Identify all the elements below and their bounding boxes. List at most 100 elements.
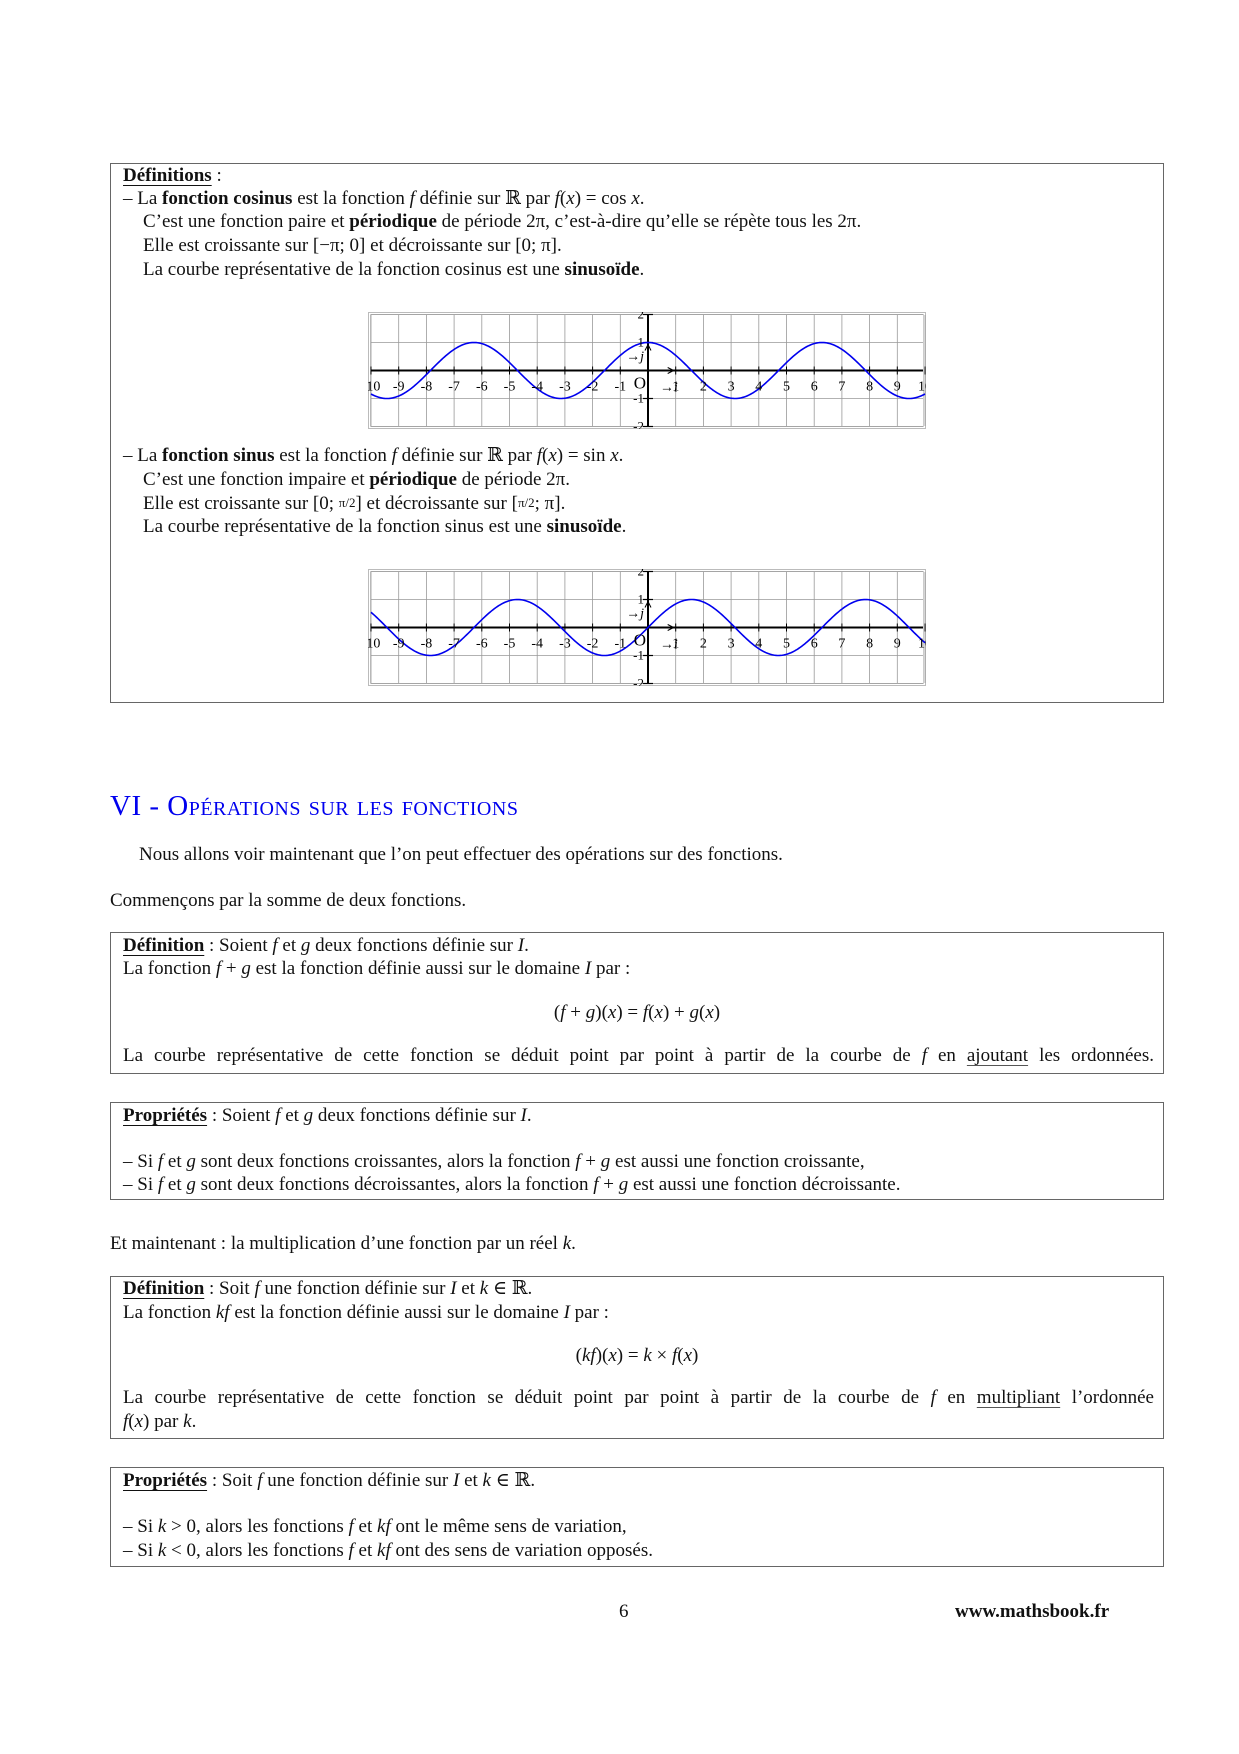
x-tick-label: -4 bbox=[531, 637, 543, 652]
x-tick-label: 6 bbox=[811, 637, 818, 652]
text-segment: fonction sinus bbox=[162, 445, 275, 466]
text-segment: : Soient bbox=[204, 935, 273, 956]
text-segment: une fonction définie sur bbox=[259, 1278, 451, 1299]
text-segment: périodique bbox=[369, 469, 457, 490]
text-segment: de période 2π, c’est-à-dire qu’elle se r… bbox=[436, 211, 862, 232]
text-segment: une fonction définie sur bbox=[262, 1470, 453, 1491]
math-symbol: x bbox=[548, 445, 557, 466]
text-segment: multipliant bbox=[976, 1387, 1061, 1408]
text-segment: . bbox=[524, 935, 529, 956]
x-tick-label: -1 bbox=[614, 380, 626, 395]
text-segment: Et maintenant : la multiplication d’une … bbox=[110, 1233, 563, 1254]
def-sum-line-1: Définition : Soient f et g deux fonction… bbox=[123, 934, 529, 958]
text-segment: sinusoïde bbox=[546, 516, 622, 537]
text-segment: est aussi une fonction croissante, bbox=[610, 1151, 865, 1172]
x-tick-label: 4 bbox=[755, 637, 762, 652]
math-symbol: k bbox=[479, 1278, 489, 1299]
text-segment: La fonction bbox=[123, 958, 216, 979]
text-segment: ; π]. bbox=[534, 493, 566, 514]
text-segment: – Si bbox=[123, 1151, 158, 1172]
y-tick-label: 2 bbox=[638, 569, 645, 579]
text-segment: C’est une fonction impaire et bbox=[143, 469, 370, 490]
text-segment: : Soit bbox=[207, 1470, 258, 1491]
x-tick-label: -3 bbox=[559, 637, 571, 652]
y-tick-label: 2 bbox=[638, 312, 645, 322]
origin-label: O bbox=[634, 631, 646, 650]
text-segment: est la fonction définie aussi sur le dom… bbox=[250, 958, 585, 979]
text-segment: + bbox=[580, 1151, 601, 1172]
x-tick-label: -10 bbox=[368, 637, 380, 652]
text-segment: : bbox=[211, 165, 222, 186]
text-segment: ont le même sens de variation, bbox=[390, 1516, 627, 1537]
text-segment: en bbox=[935, 1387, 977, 1408]
mult-formula: (kf)(x) = k × f(x) bbox=[110, 1344, 1164, 1368]
text-segment: C’est une fonction paire et bbox=[143, 211, 350, 232]
cos-line-1: – La fonction cosinus est la fonction f … bbox=[123, 187, 645, 211]
text-segment: deux fonctions définie sur bbox=[310, 935, 518, 956]
mult-intro: Et maintenant : la multiplication d’une … bbox=[110, 1232, 576, 1256]
i-vector-label: →i bbox=[660, 638, 678, 653]
math-symbol: x bbox=[683, 1345, 693, 1366]
text-segment: ont des sens de variation opposés. bbox=[390, 1540, 653, 1561]
text-segment: ) + bbox=[662, 1002, 690, 1023]
text-segment: – La bbox=[123, 445, 163, 466]
cos-line-4: La courbe représentative de la fonction … bbox=[143, 258, 644, 282]
section-heading: VI - Opérations sur les fonctions bbox=[110, 790, 519, 822]
math-symbol: kf bbox=[377, 1516, 391, 1537]
text-segment: . bbox=[571, 1233, 576, 1254]
text-segment: . bbox=[526, 1105, 532, 1126]
y-tick-label: -1 bbox=[633, 391, 644, 406]
math-symbol: g bbox=[600, 1151, 611, 1172]
math-symbol: g bbox=[241, 958, 251, 979]
math-symbol: x bbox=[705, 1002, 714, 1023]
cos-line-2: C’est une fonction paire et périodique d… bbox=[143, 210, 861, 234]
math-symbol: kf bbox=[377, 1540, 391, 1561]
x-tick-label: -7 bbox=[448, 637, 460, 652]
text-segment: . bbox=[618, 445, 624, 466]
text-segment: Commençons par la somme de deux fonction… bbox=[110, 890, 467, 911]
underlined-label: Définitions bbox=[123, 165, 212, 186]
text-segment: par : bbox=[569, 1302, 609, 1323]
text-segment: sont deux fonctions croissantes, alors l… bbox=[195, 1151, 576, 1172]
text-segment: . bbox=[639, 188, 645, 209]
text-segment: et bbox=[353, 1516, 378, 1537]
text-segment: l’ordonnée bbox=[1060, 1387, 1154, 1408]
text-segment: < 0, alors les fonctions bbox=[166, 1540, 349, 1561]
x-tick-label: 3 bbox=[728, 637, 735, 652]
prop-sum-line-1: Propriétés : Soient f et g deux fonction… bbox=[123, 1104, 532, 1128]
sin-line-1: – La fonction sinus est la fonction f dé… bbox=[123, 444, 623, 468]
text-segment: ) par bbox=[143, 1411, 184, 1432]
sum-formula: (f + g)(x) = f(x) + g(x) bbox=[110, 1001, 1164, 1025]
text-segment: Elle est croissante sur [0; bbox=[143, 493, 339, 514]
x-tick-label: 5 bbox=[783, 637, 790, 652]
text-segment: ) = cos bbox=[574, 188, 632, 209]
math-symbol: k bbox=[482, 1470, 491, 1491]
text-segment: π/2 bbox=[338, 495, 356, 510]
intro-paragraph: Nous allons voir maintenant que l’on peu… bbox=[139, 843, 783, 867]
prop-sum-line-2: – Si f et g sont deux fonctions croissan… bbox=[123, 1150, 865, 1174]
i-vector-label: →i bbox=[660, 381, 678, 396]
x-tick-label: -6 bbox=[476, 637, 488, 652]
x-tick-label: 8 bbox=[866, 380, 873, 395]
text-segment: + bbox=[221, 958, 242, 979]
text-segment: est la fonction bbox=[274, 445, 392, 466]
math-symbol: k bbox=[562, 1233, 572, 1254]
prop-mult-line-2: – Si k > 0, alors les fonctions f et kf … bbox=[123, 1515, 627, 1539]
page-number: 6 bbox=[619, 1601, 629, 1622]
site-url: www.mathsbook.fr bbox=[955, 1601, 1110, 1622]
definitions-title: Définitions : bbox=[123, 164, 222, 188]
def-mult-line-1: Définition : Soit f une fonction définie… bbox=[123, 1277, 532, 1301]
text-segment: La courbe représentative de cette foncti… bbox=[123, 1045, 922, 1066]
math-symbol: x bbox=[566, 188, 575, 209]
text-segment: )( bbox=[595, 1002, 608, 1023]
x-tick-label: 6 bbox=[811, 380, 818, 395]
text-segment: et bbox=[163, 1151, 187, 1172]
math-symbol: g bbox=[689, 1002, 699, 1023]
text-segment: ∈ ℝ. bbox=[488, 1278, 533, 1299]
x-tick-label: -2 bbox=[587, 380, 599, 395]
text-segment: )( bbox=[595, 1345, 609, 1366]
x-tick-label: 2 bbox=[700, 637, 707, 652]
math-symbol: x bbox=[608, 1345, 617, 1366]
text-segment: π/2 bbox=[517, 495, 535, 510]
text-segment: ) = sin bbox=[556, 445, 611, 466]
